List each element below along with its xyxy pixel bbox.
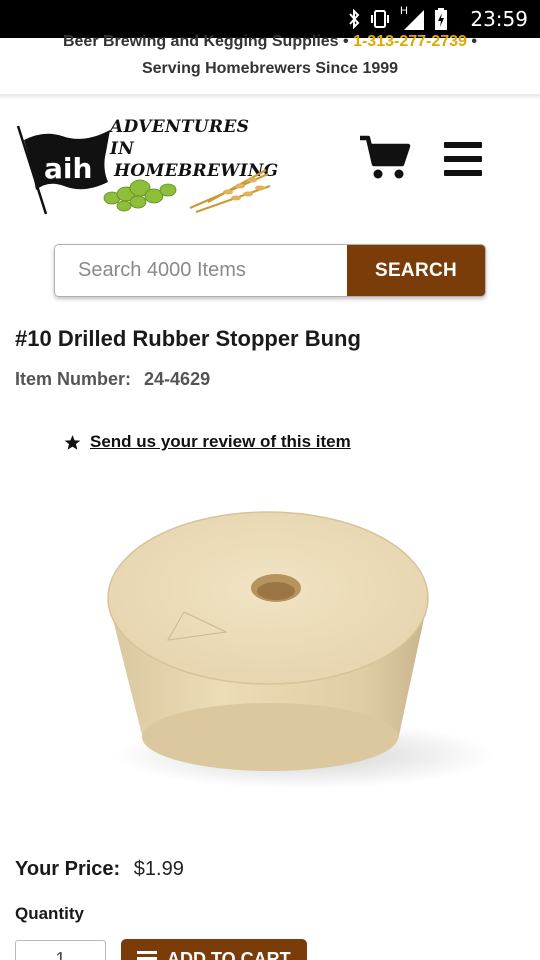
star-icon bbox=[64, 434, 81, 450]
battery-icon bbox=[435, 8, 447, 30]
product-image[interactable] bbox=[100, 500, 500, 790]
banner-tagline: Beer Brewing and Kegging Supplies bbox=[62, 33, 339, 50]
banner-line-2: Serving Homebrewers Since 1999 bbox=[141, 60, 399, 77]
status-icons: H bbox=[348, 5, 448, 30]
cart-button[interactable] bbox=[358, 134, 412, 182]
review-link[interactable]: Send us your review of this item bbox=[64, 432, 351, 452]
add-to-cart-label: ADD TO CART bbox=[167, 949, 291, 960]
search-form: SEARCH bbox=[54, 244, 486, 297]
item-number-value: 24-4629 bbox=[144, 369, 211, 389]
quantity-label: Quantity bbox=[15, 904, 84, 923]
menu-bar bbox=[444, 170, 482, 176]
product-title: #10 Drilled Rubber Stopper Bung bbox=[15, 326, 361, 351]
banner-separator: • bbox=[343, 33, 349, 50]
flag-text: aih bbox=[44, 152, 92, 185]
logo-text-line-1: ADVENTURES IN bbox=[110, 117, 250, 159]
item-number-label: Item Number: bbox=[15, 369, 132, 389]
vibrate-icon bbox=[371, 10, 389, 28]
price-value: $1.99 bbox=[133, 858, 184, 880]
site-logo[interactable]: aih ADVENTURES IN HOMEBREWING bbox=[14, 116, 278, 216]
item-number: Item Number: 24-4629 bbox=[15, 369, 210, 390]
quantity-input[interactable]: 1 bbox=[15, 940, 106, 960]
signal-icon: H bbox=[400, 5, 424, 30]
status-time: 23:59 bbox=[470, 7, 528, 31]
list-icon bbox=[137, 951, 157, 960]
add-to-cart-button[interactable]: ADD TO CART bbox=[121, 939, 307, 960]
price: Your Price: $1.99 bbox=[15, 858, 184, 881]
review-link-text: Send us your review of this item bbox=[90, 432, 351, 451]
phone-link[interactable]: 1-313-277-2739 bbox=[353, 33, 467, 50]
banner-divider bbox=[0, 94, 540, 100]
banner-line-1: Beer Brewing and Kegging Supplies • 1-31… bbox=[0, 32, 540, 52]
top-banner: Beer Brewing and Kegging Supplies • 1-31… bbox=[0, 33, 540, 96]
price-label: Your Price: bbox=[15, 858, 121, 880]
search-input[interactable] bbox=[55, 245, 347, 296]
menu-bar bbox=[444, 142, 482, 148]
hamburger-menu-icon[interactable] bbox=[444, 142, 486, 176]
cart-icon bbox=[360, 135, 411, 179]
bluetooth-icon bbox=[349, 9, 360, 29]
hops-wheat-icon bbox=[103, 169, 271, 214]
search-button[interactable]: SEARCH bbox=[347, 245, 485, 296]
menu-bar bbox=[444, 156, 482, 162]
banner-separator: • bbox=[471, 33, 478, 50]
